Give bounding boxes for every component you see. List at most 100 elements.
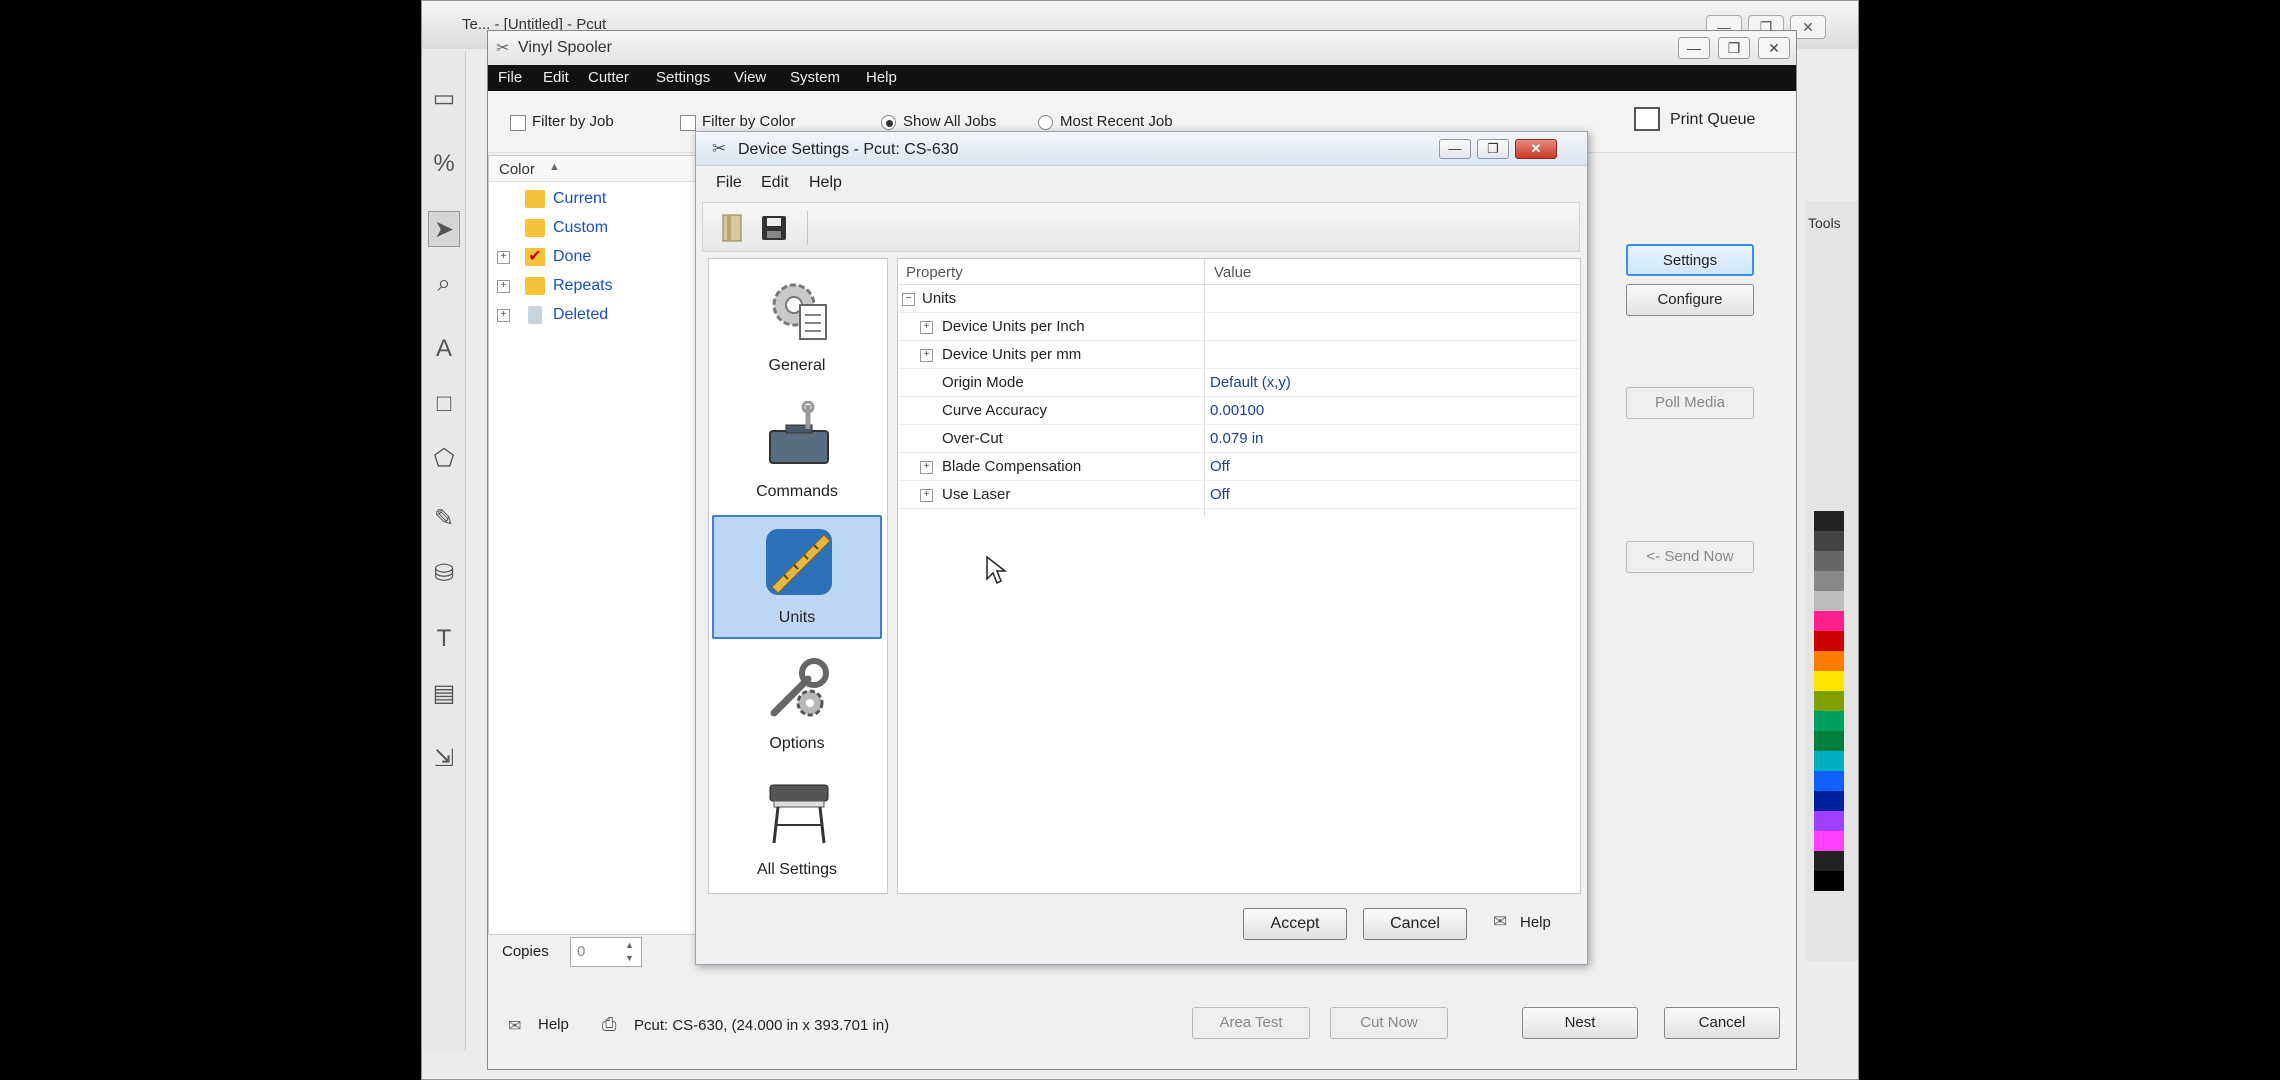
configure-button[interactable]: Configure: [1626, 284, 1754, 316]
nest-button[interactable]: Nest: [1522, 1007, 1638, 1039]
palette-swatch[interactable]: [1814, 851, 1844, 871]
row-use-laser[interactable]: + Use Laser Off: [898, 481, 1580, 509]
new-document-icon[interactable]: ▭: [428, 81, 460, 117]
category-options[interactable]: Options: [712, 641, 882, 765]
expand-icon[interactable]: +: [497, 251, 510, 264]
send-now-button[interactable]: <- Send Now: [1626, 541, 1754, 573]
palette-swatch[interactable]: [1814, 811, 1844, 831]
copies-stepper[interactable]: 0 ▲ ▼: [570, 937, 642, 967]
palette-swatch[interactable]: [1814, 511, 1844, 531]
save-icon[interactable]: [757, 211, 791, 245]
cut-now-button[interactable]: Cut Now: [1330, 1007, 1448, 1039]
spooler-minimize-button[interactable]: —: [1678, 37, 1710, 59]
palette-swatch[interactable]: [1814, 691, 1844, 711]
row-over-cut[interactable]: Over-Cut 0.079 in: [898, 425, 1580, 453]
spooler-close-button[interactable]: ✕: [1758, 37, 1790, 59]
dialog-maximize-button[interactable]: ❐: [1477, 139, 1509, 159]
category-general[interactable]: General: [712, 263, 882, 387]
expand-icon[interactable]: +: [920, 461, 933, 474]
print-queue-label[interactable]: Print Queue: [1670, 111, 1755, 129]
area-test-button[interactable]: Area Test: [1192, 1007, 1310, 1039]
palette-swatch[interactable]: [1814, 571, 1844, 591]
frame-tool-icon[interactable]: ▤: [428, 676, 460, 712]
pen-tool-icon[interactable]: ✎: [428, 501, 460, 537]
category-units[interactable]: Units: [712, 515, 882, 639]
palette-swatch[interactable]: [1814, 531, 1844, 551]
type-tool-icon[interactable]: T: [428, 621, 460, 657]
tree-item-deleted[interactable]: + Deleted: [489, 302, 700, 330]
row-origin-mode[interactable]: Origin Mode Default (x,y): [898, 369, 1580, 397]
zoom-tool-icon[interactable]: ⌕: [428, 266, 460, 302]
expand-icon[interactable]: +: [497, 280, 510, 293]
scale-tool-icon[interactable]: ⇲: [428, 741, 460, 777]
row-device-units-per-inch[interactable]: + Device Units per Inch: [898, 313, 1580, 341]
tree-item-current[interactable]: Current: [489, 186, 700, 214]
stepper-down-icon[interactable]: ▼: [625, 953, 634, 963]
accept-button[interactable]: Accept: [1243, 908, 1347, 940]
category-all-settings[interactable]: All Settings: [712, 767, 882, 891]
palette-swatch[interactable]: [1814, 551, 1844, 571]
poll-media-button[interactable]: Poll Media: [1626, 387, 1754, 419]
palette-swatch[interactable]: [1814, 771, 1844, 791]
tree-item-done[interactable]: + ✔ Done: [489, 244, 700, 272]
spooler-menu-settings[interactable]: Settings: [656, 69, 710, 86]
dialog-close-button[interactable]: ✕: [1515, 139, 1557, 159]
fill-tool-icon[interactable]: ⛁: [428, 556, 460, 592]
dialog-menu-edit[interactable]: Edit: [761, 174, 789, 192]
spooler-maximize-button[interactable]: ❐: [1718, 37, 1750, 59]
help-book-icon[interactable]: ✉: [1493, 912, 1507, 932]
rectangle-tool-icon[interactable]: □: [428, 386, 460, 422]
row-units[interactable]: − Units: [898, 285, 1580, 313]
dialog-menu-file[interactable]: File: [716, 174, 742, 192]
shape-tool-icon[interactable]: ⬠: [428, 441, 460, 477]
palette-swatch[interactable]: [1814, 831, 1844, 851]
palette-swatch[interactable]: [1814, 731, 1844, 751]
collapse-icon[interactable]: −: [902, 293, 915, 306]
settings-button[interactable]: Settings: [1626, 244, 1754, 276]
row-device-units-per-mm[interactable]: + Device Units per mm: [898, 341, 1580, 369]
palette-swatch[interactable]: [1814, 711, 1844, 731]
expand-icon[interactable]: +: [920, 321, 933, 334]
spooler-menu-file[interactable]: File: [498, 69, 522, 86]
spooler-menu-view[interactable]: View: [734, 69, 766, 86]
palette-swatch[interactable]: [1814, 871, 1844, 891]
palette-swatch[interactable]: [1814, 751, 1844, 771]
spooler-menu-edit[interactable]: Edit: [543, 69, 569, 86]
expand-icon[interactable]: +: [920, 349, 933, 362]
palette-swatch[interactable]: [1814, 631, 1844, 651]
dialog-help-link[interactable]: Help: [1520, 914, 1551, 931]
pointer-tool-icon[interactable]: ➤: [428, 211, 460, 247]
stepper-up-icon[interactable]: ▲: [625, 940, 634, 950]
spooler-menu-help[interactable]: Help: [866, 69, 897, 86]
expand-icon[interactable]: +: [920, 489, 933, 502]
row-curve-accuracy[interactable]: Curve Accuracy 0.00100: [898, 397, 1580, 425]
dialog-minimize-button[interactable]: —: [1439, 139, 1471, 159]
palette-swatch[interactable]: [1814, 791, 1844, 811]
palette-swatch[interactable]: [1814, 651, 1844, 671]
print-queue-icon[interactable]: [1634, 107, 1660, 131]
filter-by-job-checkbox[interactable]: [510, 115, 526, 131]
spooler-help-link[interactable]: Help: [538, 1016, 569, 1033]
text-tool-icon[interactable]: A: [428, 331, 460, 367]
dialog-cancel-button[interactable]: Cancel: [1363, 908, 1467, 940]
spooler-menu-cutter[interactable]: Cutter: [588, 69, 629, 86]
tree-item-custom[interactable]: Custom: [489, 215, 700, 243]
value-column-header[interactable]: Value: [1214, 264, 1251, 281]
color-column-header[interactable]: Color ▲: [489, 156, 700, 182]
percent-tool-icon[interactable]: %: [428, 146, 460, 182]
palette-swatch[interactable]: [1814, 591, 1844, 611]
expand-icon[interactable]: +: [497, 309, 510, 322]
filter-by-color-checkbox[interactable]: [680, 115, 696, 131]
property-column-header[interactable]: Property: [906, 264, 963, 281]
palette-swatch[interactable]: [1814, 611, 1844, 631]
row-blade-compensation[interactable]: + Blade Compensation Off: [898, 453, 1580, 481]
show-all-jobs-radio[interactable]: [881, 115, 896, 130]
help-icon[interactable]: ✉: [508, 1016, 521, 1036]
palette-swatch[interactable]: [1814, 671, 1844, 691]
spooler-cancel-button[interactable]: Cancel: [1664, 1007, 1780, 1039]
tree-item-repeats[interactable]: + Repeats: [489, 273, 700, 301]
spooler-menu-system[interactable]: System: [790, 69, 840, 86]
open-file-icon[interactable]: [715, 211, 749, 245]
most-recent-job-radio[interactable]: [1038, 115, 1053, 130]
dialog-menu-help[interactable]: Help: [809, 174, 842, 192]
